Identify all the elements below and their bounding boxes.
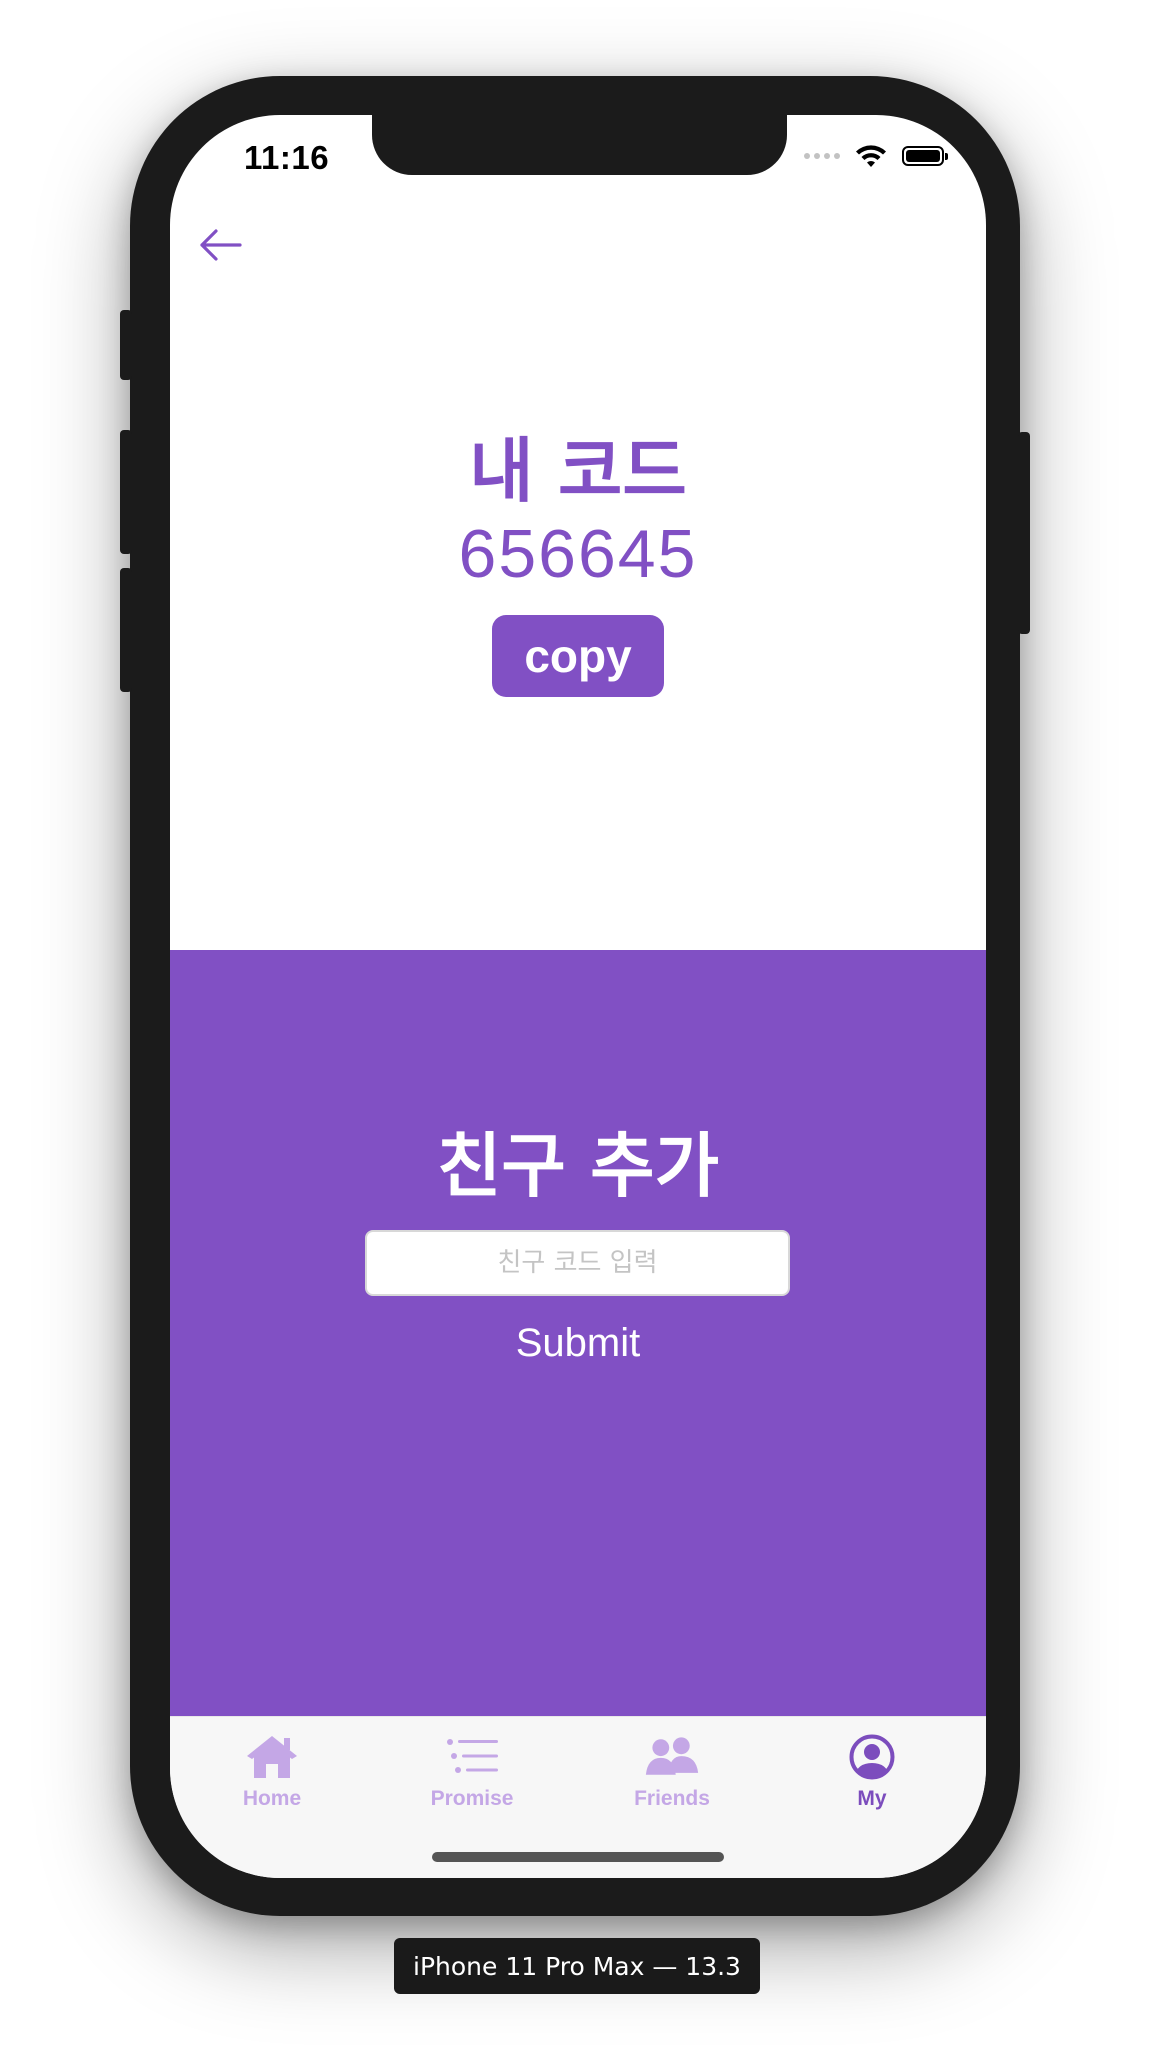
volume-down-button	[120, 568, 132, 692]
submit-button[interactable]: Submit	[170, 1320, 986, 1367]
wifi-icon	[856, 145, 886, 167]
status-time: 11:16	[244, 139, 330, 176]
tab-label: Home	[242, 1787, 302, 1810]
notch	[372, 115, 787, 175]
volume-up-button	[120, 430, 132, 554]
my-code-title: 내 코드	[469, 430, 687, 512]
mute-switch	[120, 310, 132, 380]
tab-label: Friends	[634, 1787, 710, 1810]
add-friend-panel: 친구 추가 Submit	[170, 950, 986, 1716]
friend-code-input[interactable]	[365, 1230, 790, 1296]
add-friend-title: 친구 추가	[437, 1125, 719, 1207]
arrow-left-icon	[200, 229, 242, 261]
app-screen: 11:16 내 코드 656645 copy 친구 추가 Submit	[170, 115, 986, 1878]
tab-friends[interactable]: Friends	[597, 1731, 747, 1811]
home-indicator	[432, 1852, 724, 1862]
device-label: iPhone 11 Pro Max — 13.3	[394, 1938, 760, 1994]
power-button	[1018, 432, 1030, 634]
people-icon	[644, 1731, 700, 1783]
my-code-value: 656645	[458, 516, 698, 592]
tab-my[interactable]: My	[797, 1731, 947, 1811]
tab-home[interactable]: Home	[197, 1731, 347, 1811]
tab-label: Promise	[430, 1787, 514, 1810]
tab-promise[interactable]: Promise	[397, 1731, 547, 1811]
copy-button[interactable]: copy	[492, 615, 664, 697]
home-icon	[244, 1731, 300, 1783]
battery-icon	[902, 146, 948, 166]
user-circle-icon	[844, 1731, 900, 1783]
tab-label: My	[857, 1787, 887, 1810]
list-icon	[444, 1731, 500, 1783]
status-icons	[804, 143, 948, 169]
cellular-signal-icon	[804, 153, 840, 159]
back-button[interactable]	[190, 215, 250, 275]
